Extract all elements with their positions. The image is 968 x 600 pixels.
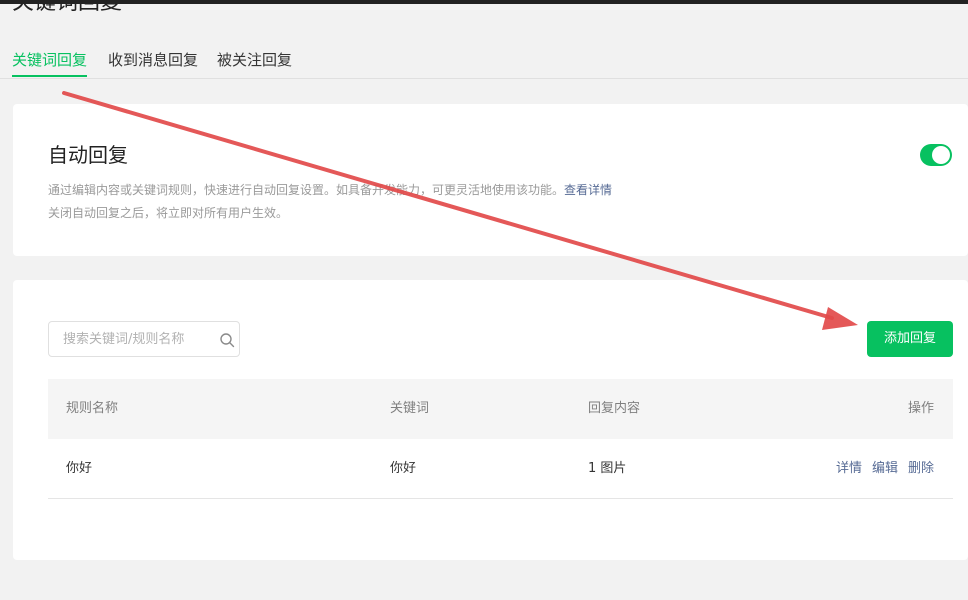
- auto-reply-description-text: 通过编辑内容或关键词规则，快速进行自动回复设置。如具备开发能力，可更灵活地使用该…: [48, 183, 565, 197]
- page-title: 关键词回复: [12, 0, 123, 15]
- column-header-rule-name: 规则名称: [66, 401, 119, 416]
- edit-link[interactable]: 编辑: [872, 460, 898, 478]
- search-box: [48, 321, 240, 357]
- detail-link[interactable]: 详情: [836, 460, 862, 478]
- column-header-keyword: 关键词: [390, 401, 430, 416]
- auto-reply-toggle[interactable]: [920, 144, 952, 166]
- reply-rules-card: 添加回复 规则名称 关键词 回复内容 操作 你好 你好 1 图片 详情 编辑 删…: [13, 280, 968, 560]
- table-row: 你好 你好 1 图片 详情 编辑 删除: [48, 439, 953, 499]
- tab-message-reply[interactable]: 收到消息回复: [108, 50, 198, 70]
- reply-content-cell: 1 图片: [588, 461, 627, 476]
- delete-link[interactable]: 删除: [908, 460, 934, 478]
- auto-reply-description: 通过编辑内容或关键词规则，快速进行自动回复设置。如具备开发能力，可更灵活地使用该…: [48, 182, 612, 198]
- auto-reply-note: 关闭自动回复之后，将立即对所有用户生效。: [48, 206, 289, 220]
- active-tab-indicator: [12, 75, 87, 77]
- column-header-reply-content: 回复内容: [588, 401, 641, 416]
- auto-reply-card: 自动回复 通过编辑内容或关键词规则，快速进行自动回复设置。如具备开发能力，可更灵…: [13, 104, 968, 256]
- keyword-cell: 你好: [390, 461, 417, 476]
- tab-keyword-reply[interactable]: 关键词回复: [12, 50, 87, 70]
- rule-name-cell: 你好: [66, 461, 93, 476]
- top-edge-bar: [0, 0, 968, 4]
- tab-bar: 关键词回复 收到消息回复 被关注回复: [0, 40, 968, 79]
- column-header-actions: 操作: [908, 401, 935, 416]
- view-details-link[interactable]: 查看详情: [564, 183, 612, 197]
- toggle-knob: [932, 146, 950, 164]
- search-icon[interactable]: [219, 332, 235, 348]
- add-reply-button[interactable]: 添加回复: [867, 321, 953, 357]
- search-input[interactable]: [49, 322, 209, 356]
- auto-reply-title: 自动回复: [48, 143, 128, 167]
- tab-follow-reply[interactable]: 被关注回复: [217, 50, 292, 70]
- table-header: 规则名称 关键词 回复内容 操作: [48, 379, 953, 439]
